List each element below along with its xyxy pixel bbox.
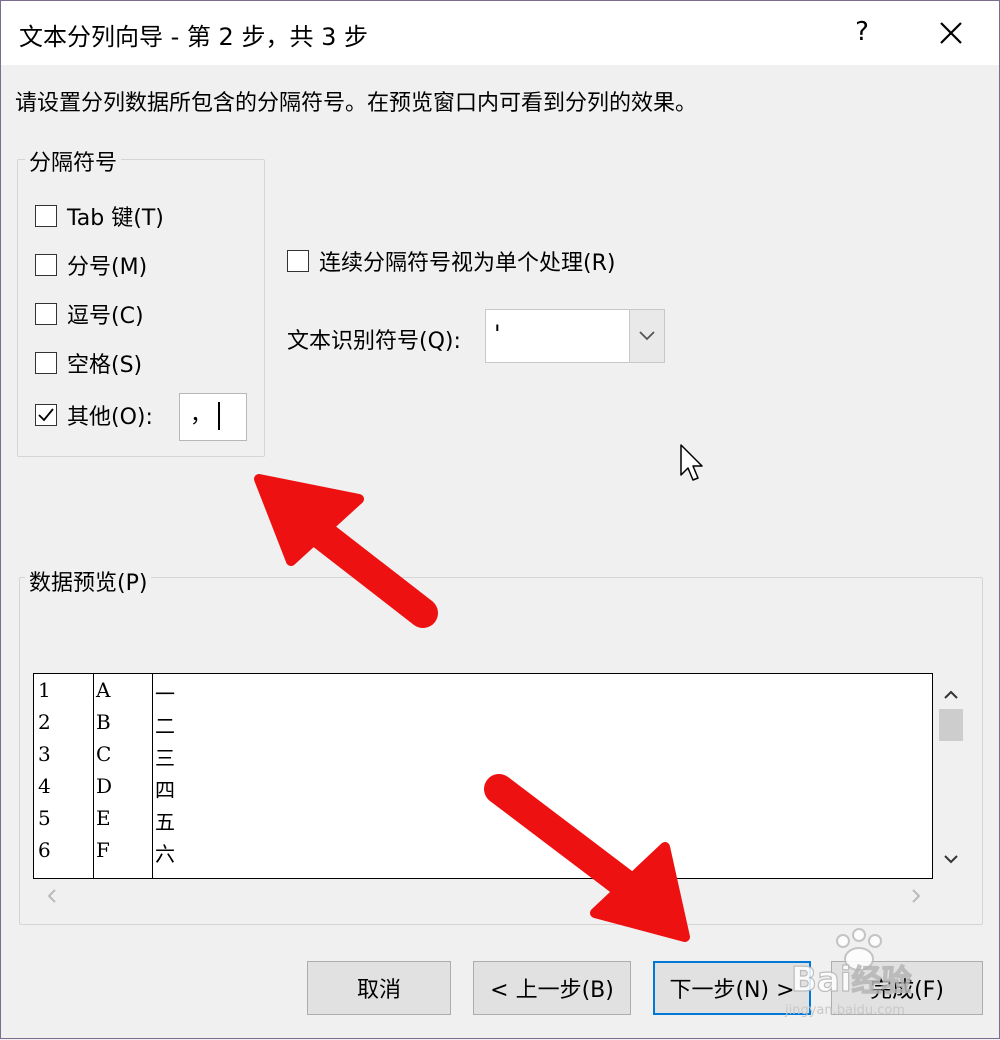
watermark-url: jingyan.baidu.com <box>785 1003 905 1018</box>
svg-text:Bai经验: Bai经验 <box>791 960 912 1000</box>
annotation-arrow-up-left-icon <box>254 474 438 628</box>
annotation-arrow-down-right-icon <box>484 774 690 942</box>
annotation-arrows <box>254 474 690 942</box>
text-to-columns-dialog: 文本分列向导 - 第 2 步，共 3 步 ? 请设置分列数据所包含的分隔符号。在… <box>0 0 1000 1039</box>
